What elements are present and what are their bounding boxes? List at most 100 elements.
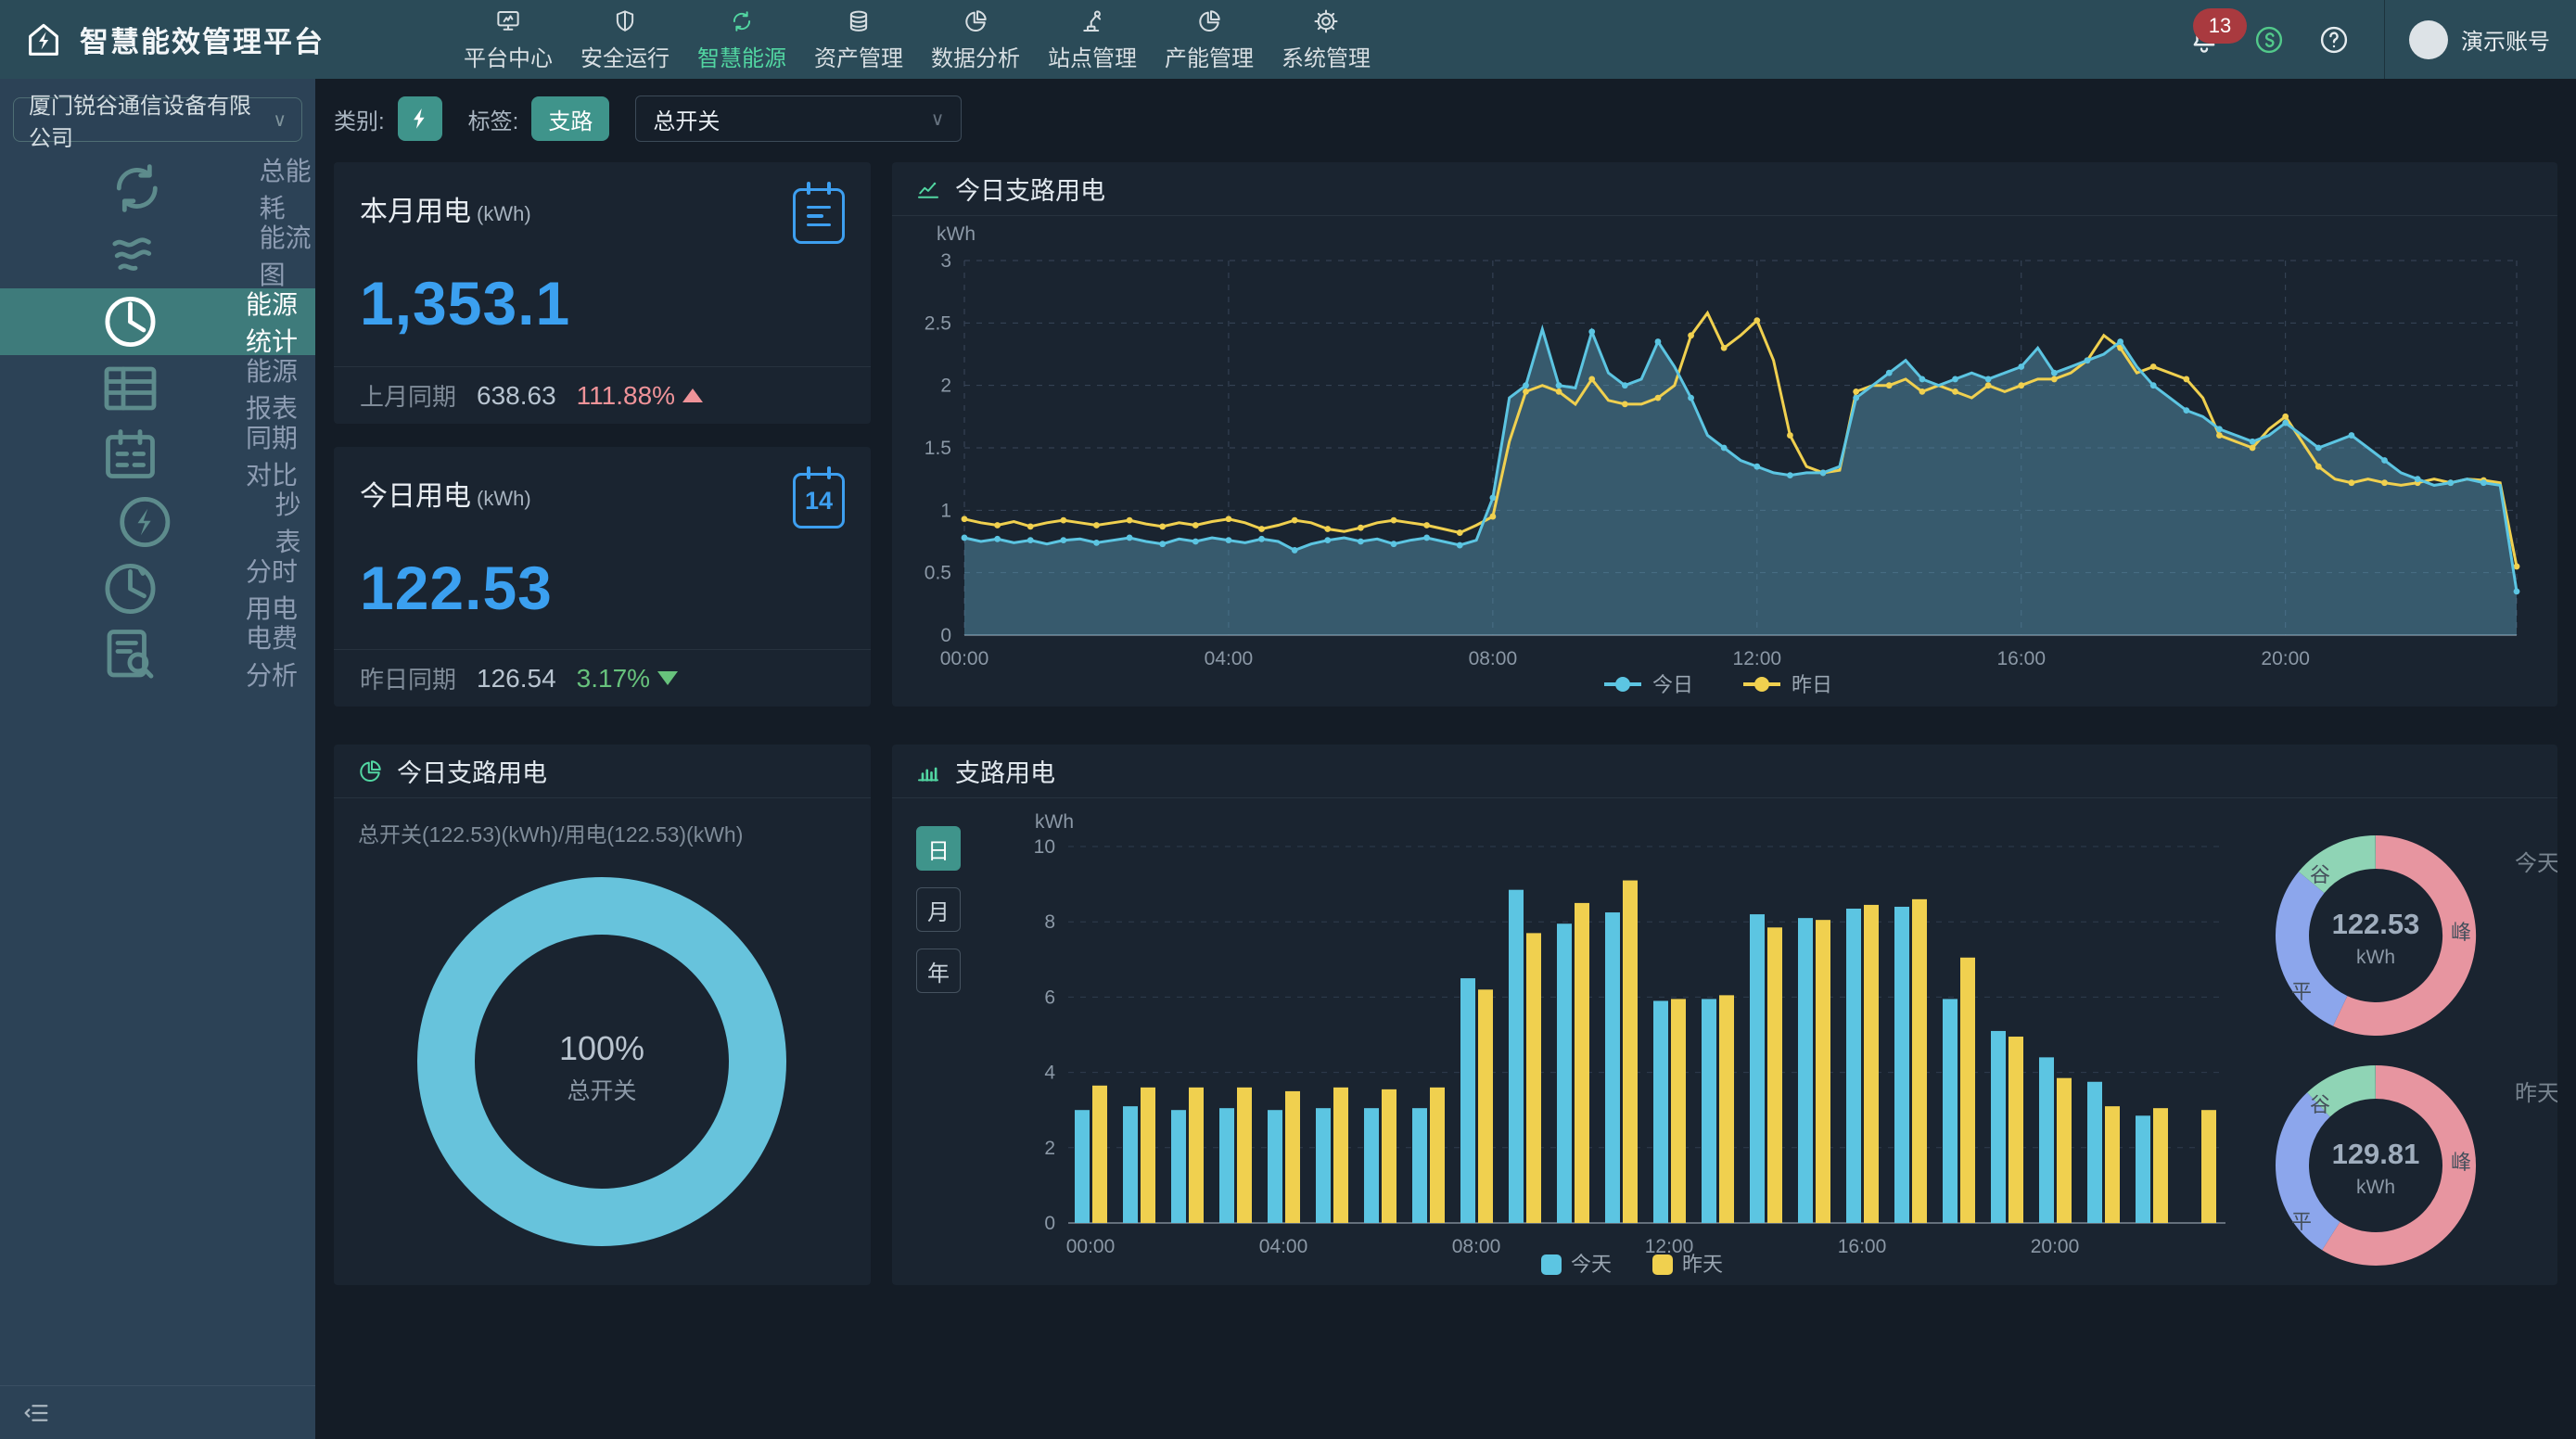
card-title: 今日支路用电 xyxy=(397,753,547,789)
topnav-label: 资产管理 xyxy=(814,40,903,72)
svg-text:总开关: 总开关 xyxy=(567,1078,636,1104)
topbar-divider xyxy=(2384,0,2385,79)
svg-text:2.5: 2.5 xyxy=(925,312,951,334)
legend-yesterday[interactable]: 昨日 xyxy=(1743,673,1832,696)
topnav-label: 产能管理 xyxy=(1165,40,1254,72)
sidebar-item-energy-stats[interactable]: 能源统计 xyxy=(0,288,315,355)
legend-yesterday[interactable]: 昨天 xyxy=(1652,1253,1723,1276)
month-card-footer: 上月同期 638.63 111.88% xyxy=(334,366,871,424)
sidebar-item-energy-report[interactable]: 能源报表 xyxy=(0,355,315,422)
help-icon[interactable] xyxy=(2314,19,2354,60)
svg-text:8: 8 xyxy=(1044,911,1055,933)
sidebar-footer xyxy=(0,1385,315,1439)
svg-text:平: 平 xyxy=(2291,980,2312,1003)
sidebar-item-label: 能流图 xyxy=(260,218,315,292)
svg-text:2: 2 xyxy=(1044,1138,1055,1159)
top-menu: 平台中心 安全运行 智慧能源 资产管理 数据分析 站点管理 xyxy=(450,0,1384,79)
topnav-item-energy[interactable]: 智慧能源 xyxy=(683,0,800,79)
card-title: 今日支路用电 xyxy=(955,171,1105,207)
collapse-sidebar-icon[interactable] xyxy=(20,1397,52,1429)
tag-branch-button[interactable]: 支路 xyxy=(531,96,609,141)
topnav-item-analysis[interactable]: 数据分析 xyxy=(917,0,1034,79)
svg-text:1: 1 xyxy=(940,500,951,521)
legend-today[interactable]: 今天 xyxy=(1541,1253,1612,1276)
svg-text:0: 0 xyxy=(1044,1213,1055,1234)
svg-text:129.81: 129.81 xyxy=(2332,1138,2420,1170)
user-name: 演示账号 xyxy=(2461,23,2550,56)
sidebar-item-period-compare[interactable]: 同期对比 xyxy=(0,422,315,489)
user-menu[interactable]: 演示账号 xyxy=(2409,20,2550,59)
sidebar-item-label: 抄表 xyxy=(275,485,315,559)
sidebar-item-total-energy[interactable]: 总能耗 xyxy=(0,155,315,222)
topnav-label: 平台中心 xyxy=(464,40,553,72)
svg-text:2: 2 xyxy=(940,376,951,397)
percent-up: 111.88% xyxy=(577,381,703,411)
recycle-icon xyxy=(37,155,237,222)
svg-text:08:00: 08:00 xyxy=(1469,648,1518,669)
svg-text:昨天: 昨天 xyxy=(1682,1253,1723,1276)
topnav-item-assets[interactable]: 资产管理 xyxy=(800,0,917,79)
sidebar-item-label: 电费分析 xyxy=(246,618,315,693)
svg-text:0.5: 0.5 xyxy=(925,563,951,584)
category-electric-button[interactable] xyxy=(398,96,442,141)
compare-label: 昨日同期 xyxy=(360,661,456,695)
link-status-icon[interactable] xyxy=(2249,19,2289,60)
company-select[interactable]: 厦门锐谷通信设备有限公司 ∨ xyxy=(13,97,302,142)
topnav-item-capacity[interactable]: 产能管理 xyxy=(1151,0,1268,79)
topnav-item-platform[interactable]: 平台中心 xyxy=(450,0,567,79)
lightning-circle-icon xyxy=(37,489,253,555)
range-year-button[interactable]: 年 xyxy=(916,949,961,993)
branch-donut-chart: 100%总开关 xyxy=(334,847,871,1287)
compare-value: 638.63 xyxy=(477,381,556,411)
svg-text:00:00: 00:00 xyxy=(940,648,989,669)
svg-text:4: 4 xyxy=(1044,1063,1055,1084)
topnav-item-sites[interactable]: 站点管理 xyxy=(1034,0,1151,79)
month-card-title: 本月用电(kWh) xyxy=(360,188,531,229)
pie-chart-icon xyxy=(1195,7,1223,35)
svg-text:04:00: 04:00 xyxy=(1259,1236,1308,1257)
today-usage-value: 122.53 xyxy=(334,528,871,623)
sidebar-item-meter-reading[interactable]: 抄表 xyxy=(0,489,315,555)
app-logo: 智慧能效管理平台 xyxy=(22,0,325,79)
svg-text:20:00: 20:00 xyxy=(2031,1236,2080,1257)
svg-text:昨天: 昨天 xyxy=(2515,1081,2557,1106)
svg-text:谷: 谷 xyxy=(2310,863,2330,886)
svg-text:昨日: 昨日 xyxy=(1792,673,1832,696)
topnav-label: 站点管理 xyxy=(1048,40,1137,72)
shield-icon xyxy=(611,7,639,35)
svg-text:kWh: kWh xyxy=(2356,1177,2395,1198)
topnav-label: 智慧能源 xyxy=(697,40,786,72)
svg-text:今天: 今天 xyxy=(2515,851,2557,876)
sidebar-item-bill-analysis[interactable]: 电费分析 xyxy=(0,622,315,689)
svg-text:kWh: kWh xyxy=(2356,947,2395,968)
svg-text:16:00: 16:00 xyxy=(1996,648,2046,669)
sidebar-item-label: 分时用电 xyxy=(246,552,315,626)
card-title: 支路用电 xyxy=(955,753,1055,789)
notification-bell-icon[interactable]: 13 xyxy=(2184,19,2225,60)
svg-text:峰: 峰 xyxy=(2451,921,2471,944)
today-branch-donut-card: 今日支路用电 总开关(122.53)(kWh)/用电(122.53)(kWh) … xyxy=(334,745,871,1285)
branch-bar-chart: 0246810kWh00:0004:0008:0012:0016:0020:00… xyxy=(892,798,2557,1290)
legend-today[interactable]: 今日 xyxy=(1604,673,1693,696)
company-select-value: 厦门锐谷通信设备有限公司 xyxy=(29,87,273,152)
svg-text:谷: 谷 xyxy=(2310,1093,2330,1116)
svg-text:04:00: 04:00 xyxy=(1205,648,1254,669)
time-pie-icon xyxy=(37,555,223,622)
svg-text:08:00: 08:00 xyxy=(1452,1236,1501,1257)
sidebar-item-tou-power[interactable]: 分时用电 xyxy=(0,555,315,622)
main-content: 类别: 标签: 支路 总开关 ∨ 本月用电(kWh) 1,353.1 上月同期 xyxy=(315,79,2576,1439)
topnav-item-safety[interactable]: 安全运行 xyxy=(567,0,683,79)
tag-label: 标签: xyxy=(468,103,519,135)
pie-clock-icon xyxy=(37,288,223,355)
range-day-button[interactable]: 日 xyxy=(916,826,961,871)
topnav-item-system[interactable]: 系统管理 xyxy=(1268,0,1384,79)
donut-subtitle: 总开关(122.53)(kWh)/用电(122.53)(kWh) xyxy=(358,817,743,848)
sidebar-item-energy-flow[interactable]: 能流图 xyxy=(0,222,315,288)
card-title: 本月用电 xyxy=(360,197,471,227)
percent-down: 3.17% xyxy=(577,664,678,694)
range-month-button[interactable]: 月 xyxy=(916,887,961,932)
sidebar: 厦门锐谷通信设备有限公司 ∨ 总能耗 能流图 能源统计 能源报表 同期对比 抄表 xyxy=(0,79,315,1439)
range-buttons: 日 月 年 xyxy=(916,826,961,993)
switch-select[interactable]: 总开关 ∨ xyxy=(635,96,962,142)
svg-text:16:00: 16:00 xyxy=(1838,1236,1887,1257)
